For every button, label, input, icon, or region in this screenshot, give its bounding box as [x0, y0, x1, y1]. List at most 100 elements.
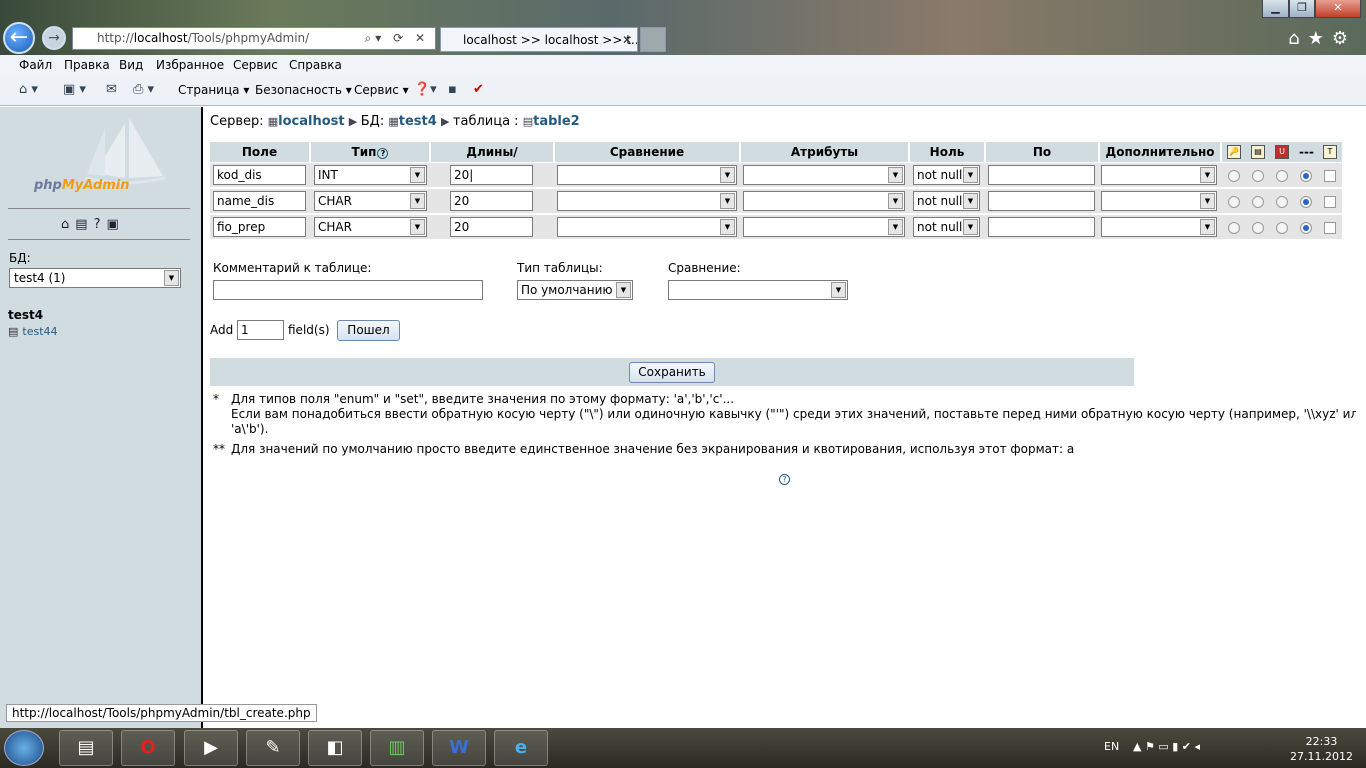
- menu-tools[interactable]: Сервис: [233, 58, 278, 72]
- field-default-input[interactable]: [988, 165, 1095, 185]
- primary-key-radio[interactable]: [1228, 196, 1240, 208]
- ie-toolbar-icons[interactable]: ⌂★⚙: [1288, 28, 1356, 49]
- dolby-icon[interactable]: ◧: [308, 730, 362, 766]
- db-name[interactable]: test4: [8, 308, 43, 322]
- help-icon[interactable]: ❓▾: [414, 82, 437, 97]
- field-attributes-select[interactable]: ▼: [743, 165, 905, 185]
- menu-help[interactable]: Справка: [289, 58, 342, 72]
- address-tools-icons[interactable]: ⌕▾ ⟳ ✕: [365, 28, 429, 49]
- field-attributes-select[interactable]: ▼: [743, 217, 905, 237]
- table-collation-select[interactable]: ▼: [668, 280, 848, 300]
- feeds-icon[interactable]: ▣ ▾: [63, 82, 86, 97]
- unique-radio[interactable]: [1276, 170, 1288, 182]
- language-indicator[interactable]: EN: [1104, 740, 1119, 753]
- field-length-input[interactable]: 20|: [450, 165, 533, 185]
- print-icon[interactable]: ⎙ ▾: [133, 82, 154, 97]
- field-length-input[interactable]: 20: [450, 191, 533, 211]
- field-length-input[interactable]: 20: [450, 217, 533, 237]
- field-extra-select[interactable]: ▼: [1101, 217, 1217, 237]
- save-button[interactable]: Сохранить: [629, 362, 715, 383]
- sidebar-table-link[interactable]: ▤ test44: [8, 325, 58, 338]
- tools-gear-icon[interactable]: ⚙: [1332, 28, 1356, 49]
- menu-view[interactable]: Вид: [119, 58, 143, 72]
- index-radio[interactable]: [1252, 170, 1264, 182]
- field-attributes-select[interactable]: ▼: [743, 191, 905, 211]
- home-icon[interactable]: ⌂ ▾: [19, 82, 38, 97]
- opera-icon[interactable]: O: [121, 730, 175, 766]
- media-player-icon[interactable]: ▶: [184, 730, 238, 766]
- field-name-input[interactable]: fio_prep: [213, 217, 306, 237]
- no-index-radio[interactable]: [1300, 222, 1312, 234]
- table-comment-input[interactable]: [213, 280, 483, 300]
- back-button[interactable]: ←: [3, 22, 35, 54]
- address-bar[interactable]: http://localhost/Tools/phpmyAdmin/ ⌕▾ ⟳ …: [72, 27, 436, 50]
- start-button[interactable]: [4, 730, 44, 766]
- breadcrumb-server[interactable]: localhost: [278, 114, 344, 129]
- db-select[interactable]: test4 (1) ▼: [9, 268, 181, 288]
- menu-favorites[interactable]: Избранное: [156, 58, 224, 72]
- breadcrumb-db[interactable]: test4: [399, 114, 437, 129]
- cmd-tools[interactable]: Сервис ▾: [354, 83, 409, 97]
- table-engine-select[interactable]: По умолчанию ▼: [517, 280, 633, 300]
- cmd-page[interactable]: Страница ▾: [178, 83, 249, 97]
- internet-explorer-icon[interactable]: e: [494, 730, 548, 766]
- new-tab-button[interactable]: [640, 27, 666, 52]
- field-null-select[interactable]: not null ▼: [913, 217, 980, 237]
- add-fields-count-input[interactable]: 1: [237, 320, 284, 340]
- addon-icon[interactable]: ▪: [448, 82, 457, 97]
- tray-icons[interactable]: ▲ ⚑ ▭ ▮ ✔ ◂: [1133, 740, 1200, 753]
- forward-button[interactable]: →: [42, 26, 66, 50]
- phpmyadmin-logo[interactable]: phpMyAdmin: [34, 178, 130, 193]
- minimize-button[interactable]: ▁: [1262, 0, 1289, 18]
- unique-radio[interactable]: [1276, 222, 1288, 234]
- field-null-select[interactable]: not null ▼: [913, 191, 980, 211]
- home-icon[interactable]: ⌂: [61, 217, 75, 232]
- field-collation-select[interactable]: ▼: [557, 165, 737, 185]
- fulltext-checkbox[interactable]: [1324, 170, 1336, 182]
- word-icon[interactable]: W: [432, 730, 486, 766]
- help-icon[interactable]: ?: [779, 474, 790, 485]
- no-index-radio[interactable]: [1300, 196, 1312, 208]
- field-default-input[interactable]: [988, 191, 1095, 211]
- field-null-select[interactable]: not null ▼: [913, 165, 980, 185]
- unique-radio[interactable]: [1276, 196, 1288, 208]
- breadcrumb-table[interactable]: table2: [533, 114, 580, 129]
- field-default-input[interactable]: [988, 217, 1095, 237]
- query-icon[interactable]: ▣: [106, 217, 124, 232]
- browser-tab[interactable]: localhost >> localhost >> t... ✕: [440, 27, 638, 52]
- cmd-security[interactable]: Безопасность ▾: [255, 83, 352, 97]
- app-icon[interactable]: ▥: [370, 730, 424, 766]
- field-name-input[interactable]: name_dis: [213, 191, 306, 211]
- field-extra-select[interactable]: ▼: [1101, 165, 1217, 185]
- field-type-select[interactable]: CHAR ▼: [314, 217, 427, 237]
- favorites-star-icon[interactable]: ★: [1308, 28, 1332, 49]
- clock[interactable]: 22:33 27.11.2012: [1290, 734, 1353, 764]
- tab-close-icon[interactable]: ✕: [622, 28, 632, 51]
- field-type-select[interactable]: INT ▼: [314, 165, 427, 185]
- frame-divider[interactable]: [201, 107, 203, 728]
- fulltext-checkbox[interactable]: [1324, 196, 1336, 208]
- field-name-input[interactable]: kod_dis: [213, 165, 306, 185]
- primary-key-radio[interactable]: [1228, 222, 1240, 234]
- menu-file[interactable]: Файл: [19, 58, 52, 72]
- field-collation-select[interactable]: ▼: [557, 217, 737, 237]
- fulltext-checkbox[interactable]: [1324, 222, 1336, 234]
- explorer-icon[interactable]: ▤: [59, 730, 113, 766]
- sql-icon[interactable]: ▤: [75, 217, 93, 232]
- paint-icon[interactable]: ✎: [246, 730, 300, 766]
- field-collation-select[interactable]: ▼: [557, 191, 737, 211]
- no-index-radio[interactable]: [1300, 170, 1312, 182]
- help-icon[interactable]: ?: [377, 148, 389, 159]
- close-window-button[interactable]: ✕: [1315, 0, 1361, 18]
- field-type-select[interactable]: CHAR ▼: [314, 191, 427, 211]
- maximize-button[interactable]: ❐: [1289, 0, 1315, 18]
- index-radio[interactable]: [1252, 222, 1264, 234]
- index-radio[interactable]: [1252, 196, 1264, 208]
- mail-icon[interactable]: ✉: [106, 82, 117, 97]
- menu-edit[interactable]: Правка: [64, 58, 110, 72]
- add-fields-go-button[interactable]: Пошел: [337, 320, 400, 341]
- home-icon[interactable]: ⌂: [1288, 28, 1307, 49]
- field-extra-select[interactable]: ▼: [1101, 191, 1217, 211]
- addon-red-icon[interactable]: ✔: [473, 82, 484, 97]
- primary-key-radio[interactable]: [1228, 170, 1240, 182]
